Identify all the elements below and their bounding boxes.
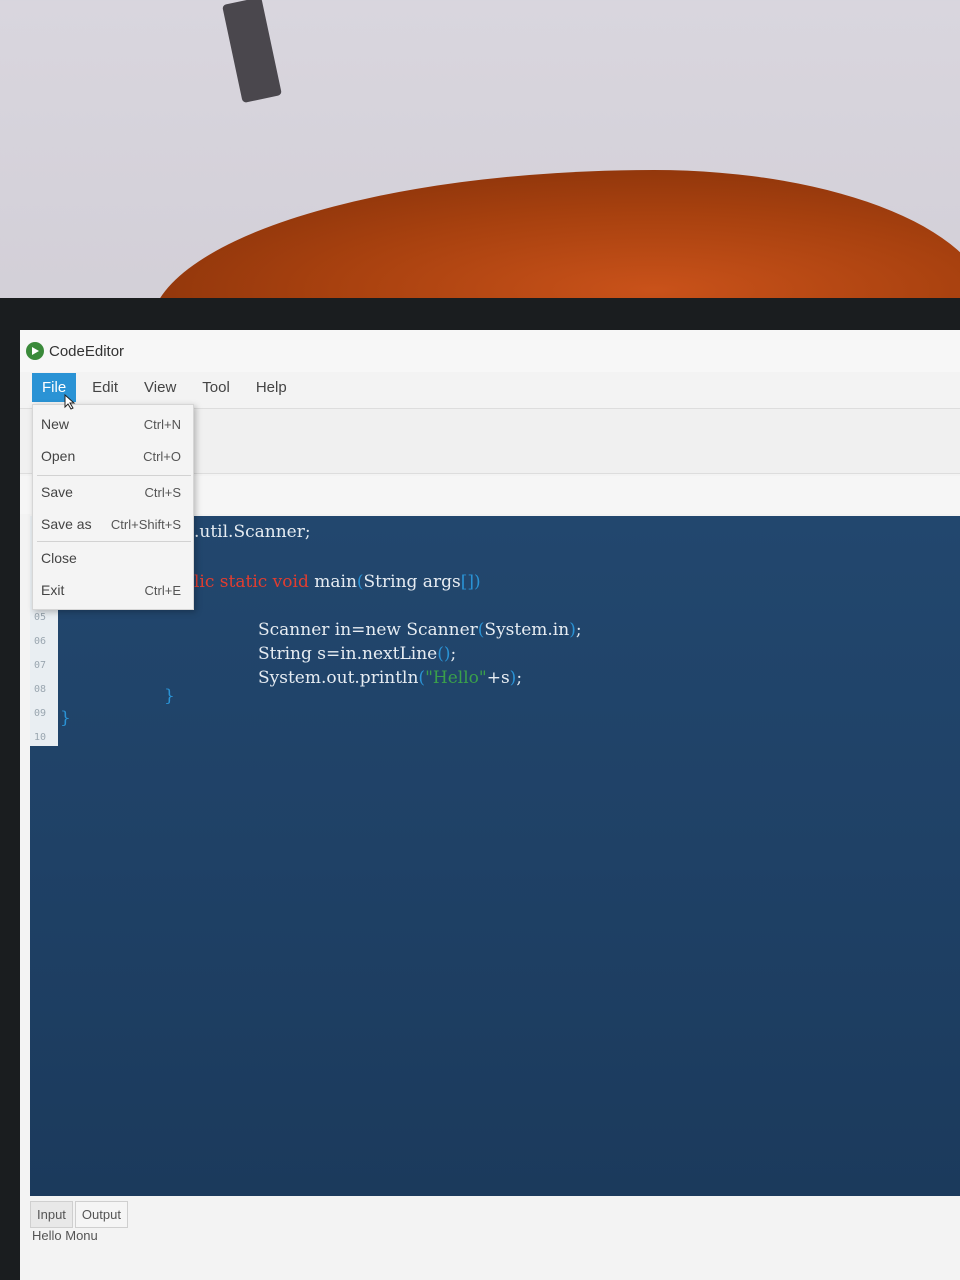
menu-item-shortcut: Ctrl+E [144, 582, 181, 598]
code-text: +s [486, 668, 510, 688]
menu-item-label: Open [41, 448, 76, 464]
code-brace: } [60, 708, 71, 728]
line-number: 09 [34, 708, 47, 719]
io-tab-bar: Input Output [30, 1198, 130, 1228]
code-brace: } [164, 686, 175, 706]
code-text: System.out.println [258, 668, 419, 688]
code-line-import: .util.Scanner; [194, 522, 311, 542]
menu-view[interactable]: View [134, 373, 186, 402]
background-shadow [222, 0, 282, 104]
tab-input[interactable]: Input [30, 1201, 73, 1228]
menu-tool[interactable]: Tool [192, 373, 240, 402]
menu-item-label: Exit [41, 582, 65, 598]
menu-item-shortcut: Ctrl+Shift+S [110, 516, 181, 532]
tab-output[interactable]: Output [74, 1201, 128, 1228]
code-params: String args [363, 572, 461, 592]
code-paren: () [437, 644, 451, 664]
menu-item-open[interactable]: Open Ctrl+O [33, 441, 195, 471]
title-bar: CodeEditor [20, 330, 960, 372]
menu-item-label: New [41, 416, 70, 432]
code-line-string: String s=in.nextLine(); [258, 644, 456, 664]
menu-separator [37, 541, 191, 542]
menu-item-label: Save [41, 484, 73, 500]
menu-item-exit[interactable]: Exit Ctrl+E [33, 575, 195, 605]
code-keywords: lic static void [194, 572, 309, 592]
code-line-scanner: Scanner in=new Scanner(System.in); [258, 620, 582, 640]
menu-item-label: Close [41, 550, 77, 566]
app-logo-icon [26, 342, 44, 360]
code-method-name: main [308, 572, 357, 592]
menu-edit[interactable]: Edit [82, 373, 128, 402]
line-number: 10 [34, 732, 47, 743]
mouse-cursor-icon [64, 394, 76, 410]
code-line-main: lic static void main(String args[]) [194, 572, 481, 592]
code-text: String s=in.nextLine [258, 644, 438, 664]
code-semicolon: ; [450, 644, 457, 664]
menu-item-shortcut: Ctrl+N [143, 416, 181, 432]
menu-item-shortcut: Ctrl+O [143, 448, 181, 464]
menu-item-save-as[interactable]: Save as Ctrl+Shift+S [33, 509, 195, 539]
file-menu-dropdown: New Ctrl+N Open Ctrl+O Save Ctrl+S Save … [32, 404, 194, 610]
code-paren: []) [460, 572, 481, 592]
code-text: Scanner in=new Scanner [258, 620, 478, 640]
menu-item-shortcut: Ctrl+S [144, 484, 181, 500]
line-number: 05 [34, 612, 47, 623]
code-paren: ( [356, 572, 364, 592]
code-semicolon: ; [575, 620, 582, 640]
line-number: 07 [34, 660, 47, 671]
menu-item-save[interactable]: Save Ctrl+S [33, 477, 195, 507]
code-string: "Hello" [425, 668, 487, 688]
menu-help[interactable]: Help [246, 373, 297, 402]
code-editor[interactable]: 05 06 07 08 09 10 .util.Scanner; lic sta… [30, 516, 960, 1196]
line-number: 08 [34, 684, 47, 695]
code-semicolon: ; [516, 668, 523, 688]
code-paren: ) [569, 620, 576, 640]
menu-item-new[interactable]: New Ctrl+N [33, 409, 195, 439]
menu-item-close[interactable]: Close [33, 543, 195, 573]
code-text: System.in [484, 620, 570, 640]
window-title: CodeEditor [49, 342, 125, 360]
menu-item-label: Save as [41, 516, 92, 532]
menu-separator [37, 475, 191, 476]
output-text: Hello Monu [32, 1228, 98, 1243]
line-number: 06 [34, 636, 47, 647]
code-line-print: System.out.println("Hello"+s); [258, 668, 522, 688]
code-editor-window: CodeEditor File Edit View Tool Help 05 0… [20, 330, 960, 1280]
